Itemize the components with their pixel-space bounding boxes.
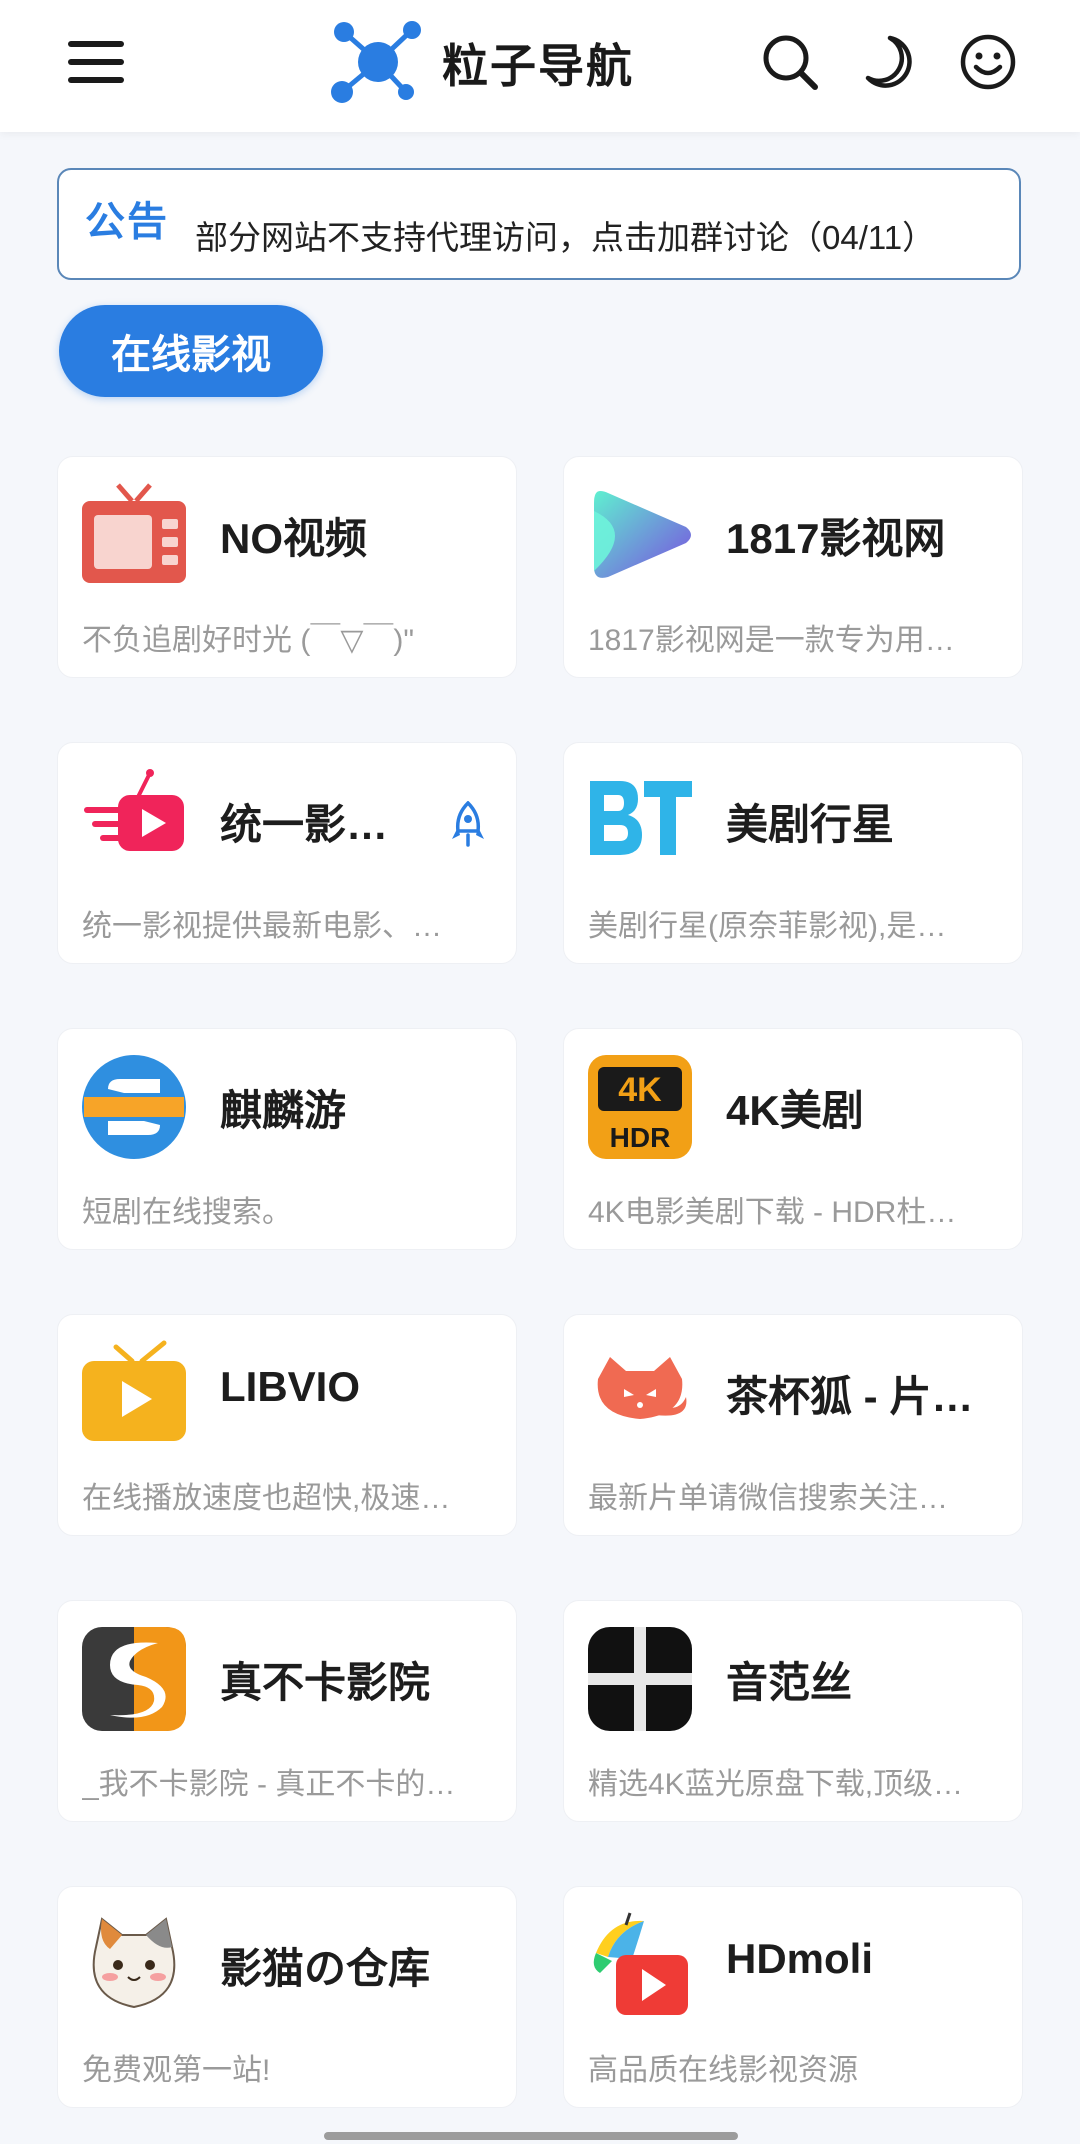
site-card[interactable]: NO视频 不负追剧好时光 (￣▽￣)" <box>57 456 517 678</box>
site-title: 真不卡影院 <box>220 1659 431 1706</box>
s-swoosh-icon <box>82 1627 186 1731</box>
site-description: 高品质在线影视资源 <box>588 2054 858 2087</box>
search-icon <box>763 35 818 90</box>
site-title: 茶杯狐 - 片… <box>726 1373 974 1420</box>
site-card[interactable]: 美剧行星 美剧行星(原奈菲影视),是… <box>563 742 1023 964</box>
site-title: 4K美剧 <box>726 1087 864 1134</box>
site-description: 4K电影美剧下载 - HDR杜… <box>588 1196 957 1229</box>
site-card[interactable]: HDmoli 高品质在线影视资源 <box>563 1886 1023 2108</box>
site-title: HDmoli <box>726 1935 873 1982</box>
molecule-logo-icon <box>331 21 421 103</box>
category-tab-online-video[interactable]: 在线影视 <box>59 305 323 397</box>
cat-icon <box>92 1917 176 2009</box>
site-title: NO视频 <box>220 515 368 562</box>
site-title: 统一影… <box>220 801 389 848</box>
site-title: LIBVIO <box>220 1363 361 1410</box>
site-description: 最新片单请微信搜索关注… <box>588 1482 948 1515</box>
site-description: _我不卡影院 - 真正不卡的… <box>82 1768 456 1801</box>
announcement-banner[interactable]: 公告 部分网站不支持代理访问，点击加群讨论（04/11） <box>57 168 1021 280</box>
site-description: 统一影视提供最新电影、… <box>82 910 442 943</box>
site-description: 不负追剧好时光 (￣▽￣)" <box>82 624 415 657</box>
moon-icon <box>865 35 912 88</box>
site-card[interactable]: 4K HDR 4K美剧 4K电影美剧下载 - HDR杜… <box>563 1028 1023 1250</box>
rocket-icon <box>452 801 484 847</box>
site-title: 影猫の仓库 <box>220 1945 431 1992</box>
theme-toggle-button[interactable] <box>846 20 930 104</box>
site-card[interactable]: LIBVIO 在线播放速度也超快,极速… <box>57 1314 517 1536</box>
site-card[interactable]: 音范丝 精选4K蓝光原盘下载,顶级… <box>563 1600 1023 1822</box>
announcement-tag: 公告 <box>85 200 169 244</box>
site-title: 麒麟游 <box>220 1087 347 1134</box>
brand-logo[interactable]: 粒子导航 <box>326 18 634 108</box>
play-icon <box>594 491 691 578</box>
site-title: 1817影视网 <box>726 515 946 562</box>
site-card[interactable]: 影猫の仓库 免费观第一站! <box>57 1886 517 2108</box>
site-title: 音范丝 <box>726 1659 853 1706</box>
menu-button[interactable] <box>54 20 138 104</box>
site-description: 在线播放速度也超快,极速… <box>82 1482 451 1515</box>
smiley-icon <box>960 34 1016 90</box>
cross-logo-icon <box>588 1627 692 1731</box>
top-app-bar: 粒子导航 <box>0 0 1080 132</box>
home-indicator <box>324 2132 738 2140</box>
svg-text:HDR: HDR <box>610 1122 671 1153</box>
site-description: 1817影视网是一款专为用… <box>588 624 955 657</box>
site-description: 免费观第一站! <box>82 2054 271 2087</box>
site-card[interactable]: 统一影… 统一影视提供最新电影、… <box>57 742 517 964</box>
menu-icon <box>68 41 124 83</box>
site-card[interactable]: 真不卡影院 _我不卡影院 - 真正不卡的… <box>57 1600 517 1822</box>
4k-hdr-icon: 4K HDR <box>588 1055 692 1159</box>
announcement-text: 部分网站不支持代理访问，点击加群讨论（04/11） <box>195 219 936 256</box>
site-card[interactable]: 茶杯狐 - 片… 最新片单请微信搜索关注… <box>563 1314 1023 1536</box>
tv-icon <box>82 483 186 583</box>
propeller-hat-play-icon <box>593 1912 688 2015</box>
site-title: 美剧行星 <box>726 801 895 848</box>
fast-play-icon <box>84 769 184 851</box>
bt-logo-icon <box>590 781 692 855</box>
site-card[interactable]: 1817影视网 1817影视网是一款专为用… <box>563 456 1023 678</box>
svg-text:4K: 4K <box>618 1071 662 1109</box>
site-card[interactable]: 麒麟游 短剧在线搜索。 <box>57 1028 517 1250</box>
tv-play-icon <box>82 1340 186 1441</box>
site-description: 精选4K蓝光原盘下载,顶级… <box>588 1768 964 1801</box>
fox-icon <box>597 1357 687 1419</box>
search-button[interactable] <box>748 20 832 104</box>
user-button[interactable] <box>946 20 1030 104</box>
site-title: 粒子导航 <box>442 40 634 92</box>
site-description: 美剧行星(原奈菲影视),是… <box>588 910 947 943</box>
s-logo-icon <box>82 1055 186 1159</box>
site-description: 短剧在线搜索。 <box>82 1196 292 1229</box>
